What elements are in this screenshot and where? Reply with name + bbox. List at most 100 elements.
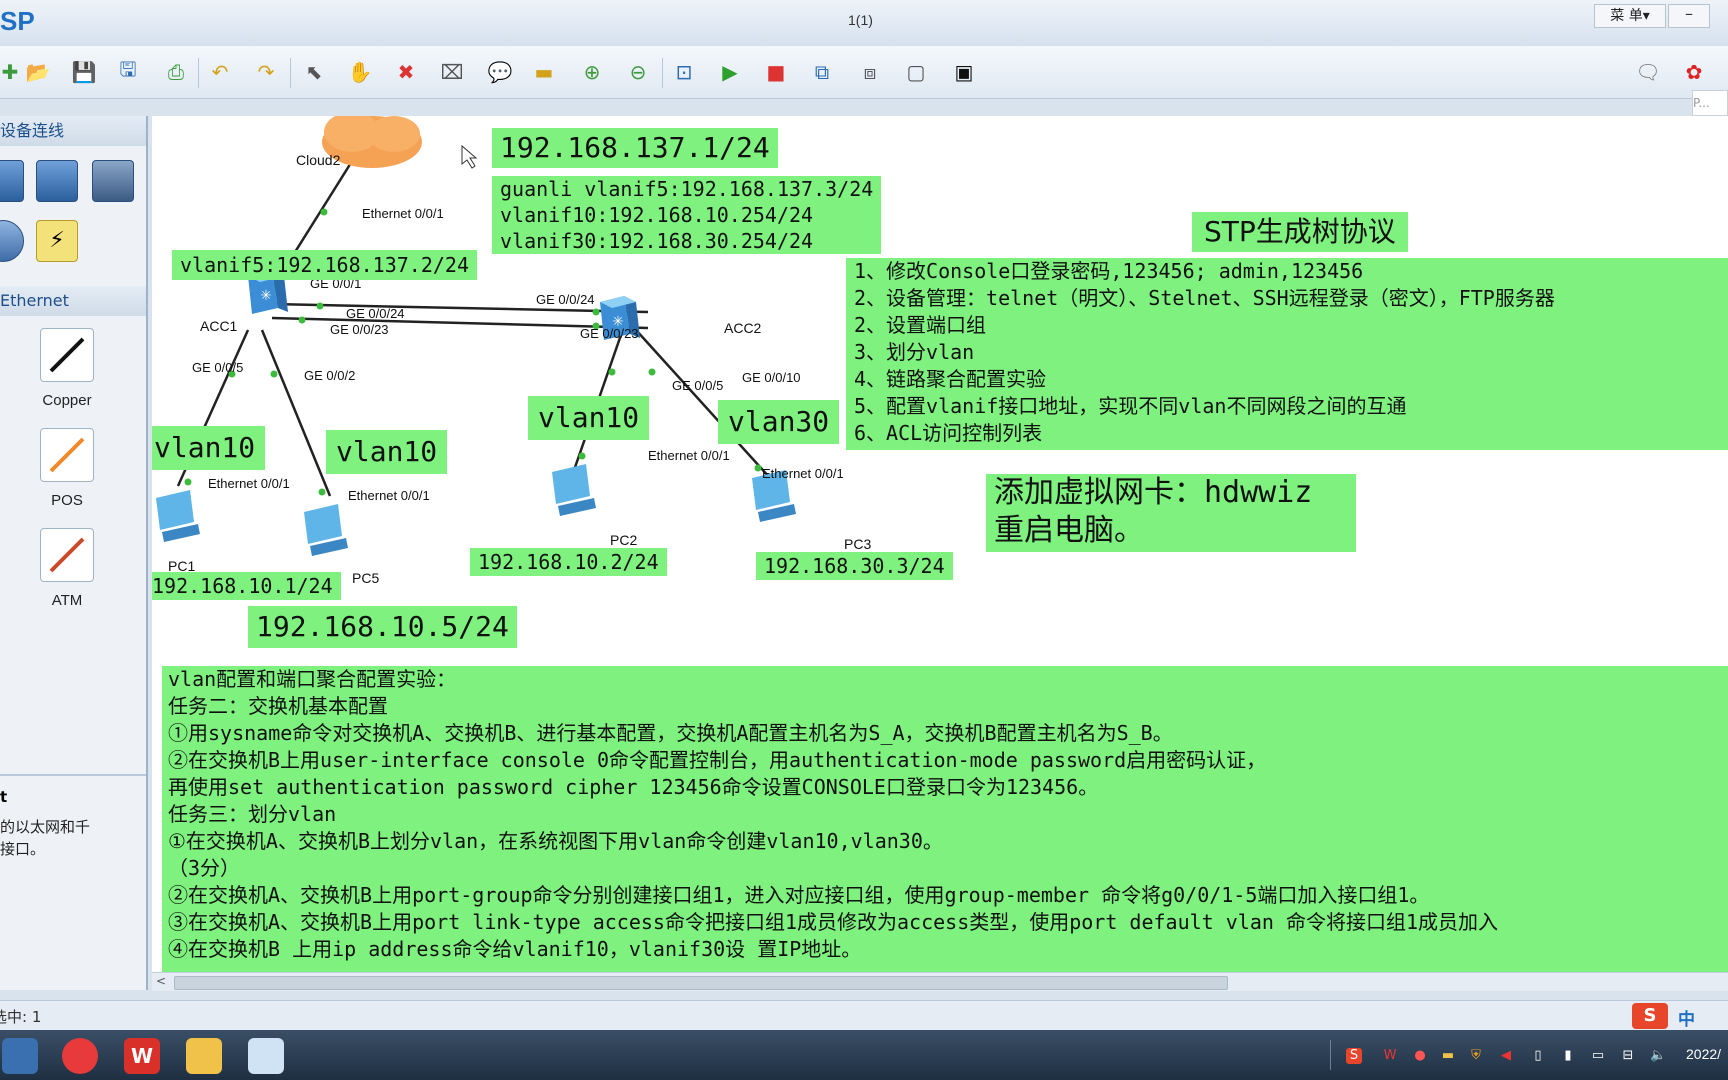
save-as-icon[interactable]: 🖫: [114, 57, 142, 86]
save-icon[interactable]: 💾: [70, 58, 98, 86]
port-label: Ethernet 0/0/1: [362, 206, 444, 221]
port-label: Ethernet 0/0/1: [648, 448, 730, 463]
port-label: GE 0/0/23: [330, 322, 389, 337]
pc2-label: PC2: [610, 532, 638, 548]
selection-status: 选中: 1: [0, 1008, 42, 1026]
capture-icon[interactable]: ⧉: [808, 58, 836, 86]
wireless-device-icon[interactable]: [36, 160, 78, 202]
pos-cable-icon[interactable]: [40, 428, 94, 482]
arrow-tray-icon[interactable]: ◀: [1498, 1048, 1514, 1064]
zoom-in-icon[interactable]: ⊕: [578, 58, 606, 86]
screenshot-icon[interactable]: ▣: [950, 58, 978, 86]
ip-cloud-note[interactable]: 192.168.137.1/24: [492, 128, 778, 168]
scrollbar-thumb[interactable]: [174, 976, 1228, 990]
ime-language[interactable]: 中: [1678, 1005, 1695, 1030]
nic-note[interactable]: 添加虚拟网卡：hdwwiz 重启电脑。: [986, 474, 1356, 552]
vlan-pc1-note[interactable]: vlan10: [152, 426, 266, 470]
pc3-label: PC3: [844, 536, 872, 552]
topology-canvas[interactable]: ✳ ✳ Cloud2 ACC1 ACC2 PC1 PC5 PC2 PC3 Eth…: [152, 116, 1728, 972]
ip-pc2-note[interactable]: 192.168.10.2/24: [470, 548, 667, 576]
zoom-out-icon[interactable]: ⊖: [624, 58, 652, 86]
pos-label: POS: [51, 492, 83, 509]
port-label: GE 0/0/5: [192, 360, 244, 375]
firewall-device-icon[interactable]: [92, 160, 134, 202]
redo-icon[interactable]: ↷: [252, 58, 280, 86]
print-icon[interactable]: ⎙: [162, 58, 190, 86]
new-icon[interactable]: ✚: [0, 58, 24, 86]
router-device-icon[interactable]: [0, 160, 24, 202]
toolbar-separator: [290, 58, 291, 88]
palette-icon[interactable]: ▬: [530, 58, 558, 86]
stop-icon[interactable]: ■: [762, 58, 790, 86]
right-strip-label: P...: [1692, 90, 1728, 116]
cloud-label: Cloud2: [296, 152, 341, 168]
topology-icon[interactable]: ⧈: [856, 58, 884, 86]
shield-tray-icon[interactable]: ⛨: [1468, 1048, 1484, 1064]
wps-app-icon[interactable]: W: [124, 1038, 160, 1074]
ime-logo-icon[interactable]: S: [1632, 1003, 1668, 1029]
copper-cable-icon[interactable]: [40, 328, 94, 382]
delete-icon[interactable]: ✖: [392, 58, 420, 86]
minimize-button[interactable]: –: [1668, 4, 1710, 28]
port-label: GE 0/0/24: [346, 306, 405, 321]
chat-icon[interactable]: 🗨: [1634, 58, 1662, 86]
pc1-icon: [156, 490, 200, 542]
text-icon[interactable]: 💬: [486, 58, 514, 86]
tray-separator: [1330, 1040, 1331, 1070]
acc1-label: ACC1: [200, 318, 238, 334]
lightning-device-icon[interactable]: ⚡: [36, 220, 78, 262]
wps-tray-icon[interactable]: W: [1382, 1048, 1398, 1064]
stp-title-note[interactable]: STP生成树协议: [1192, 212, 1408, 252]
copper-label: Copper: [42, 392, 92, 409]
device-sidebar: 设备连线 ⚡ Ethernet Copper POS ATM t 的以太网和千 …: [0, 116, 148, 990]
info-text-1: 的以太网和千: [0, 818, 91, 836]
fit-icon[interactable]: ⊡: [670, 58, 698, 86]
undo-icon[interactable]: ↶: [206, 58, 234, 86]
status-bar: 选中: 1 S 中: [0, 1000, 1728, 1031]
info-title: t: [0, 788, 8, 806]
grid-icon[interactable]: ▢: [902, 58, 930, 86]
ensp-app-icon[interactable]: [248, 1038, 284, 1074]
vlan-pc2-note[interactable]: vlan10: [528, 396, 650, 440]
vlanif5-note[interactable]: vlanif5:192.168.137.2/24: [172, 250, 477, 280]
pc2-icon: [552, 464, 596, 516]
ip-pc5-note[interactable]: 192.168.10.5/24: [248, 606, 517, 648]
vlan-pc3-note[interactable]: vlan30: [718, 400, 840, 444]
app-logo: SP: [0, 6, 35, 36]
file-explorer-icon[interactable]: [186, 1038, 222, 1074]
hand-icon[interactable]: ✋: [346, 58, 374, 86]
atm-cable-icon[interactable]: [40, 528, 94, 582]
ime-tray-icon[interactable]: S: [1346, 1048, 1362, 1064]
open-icon[interactable]: 📂: [24, 58, 52, 86]
usb-tray-icon[interactable]: ▯: [1530, 1048, 1546, 1064]
network-tray-icon[interactable]: ⊟: [1620, 1048, 1636, 1064]
title-bar: SP 1(1) 菜 单▾ –: [0, 0, 1728, 47]
tasks-list-note[interactable]: 1、修改Console口登录密码,123456; admin,123456 2、…: [846, 258, 1728, 450]
vlanif-note[interactable]: guanli vlanif5:192.168.137.3/24 vlanif10…: [492, 176, 882, 254]
toolbar-separator: [662, 58, 663, 88]
folder-tray-icon[interactable]: ▬: [1440, 1048, 1456, 1064]
battery-tray-icon[interactable]: ▭: [1590, 1048, 1606, 1064]
clock[interactable]: 2022/: [1686, 1046, 1721, 1062]
app-tray-icon[interactable]: ●: [1412, 1048, 1428, 1064]
start-icon[interactable]: ▶: [716, 58, 744, 86]
delete-all-icon[interactable]: ⌧: [438, 58, 466, 86]
select-icon[interactable]: ⬉: [300, 58, 328, 86]
huawei-icon[interactable]: ✿: [1680, 58, 1708, 86]
mic-tray-icon[interactable]: ▮: [1560, 1048, 1576, 1064]
scroll-left-icon[interactable]: <: [156, 974, 166, 988]
video-app-icon[interactable]: [62, 1038, 98, 1074]
ip-pc1-note[interactable]: 192.168.10.1/24: [152, 572, 341, 600]
ip-pc3-note[interactable]: 192.168.30.3/24: [756, 552, 953, 580]
port-label: GE 0/0/2: [304, 368, 356, 383]
taskbar: W S W ● ▬ ⛨ ◀ ▯ ▮ ▭ ⊟ 🔈 2022/: [0, 1030, 1728, 1080]
sidebar-header-ethernet: Ethernet: [0, 286, 146, 316]
volume-tray-icon[interactable]: 🔈: [1650, 1048, 1666, 1064]
menu-button[interactable]: 菜 单▾: [1594, 4, 1666, 28]
start-menu-icon[interactable]: [2, 1038, 38, 1074]
vlan-pc5-note[interactable]: vlan10: [326, 430, 448, 474]
sidebar-header-devices: 设备连线: [0, 116, 146, 146]
horizontal-scrollbar[interactable]: <: [152, 972, 1728, 991]
cloud-device-icon[interactable]: [0, 220, 24, 262]
lab-instructions-note[interactable]: vlan配置和端口聚合配置实验： 任务二：交换机基本配置 ①用sysname命令…: [162, 666, 1728, 972]
